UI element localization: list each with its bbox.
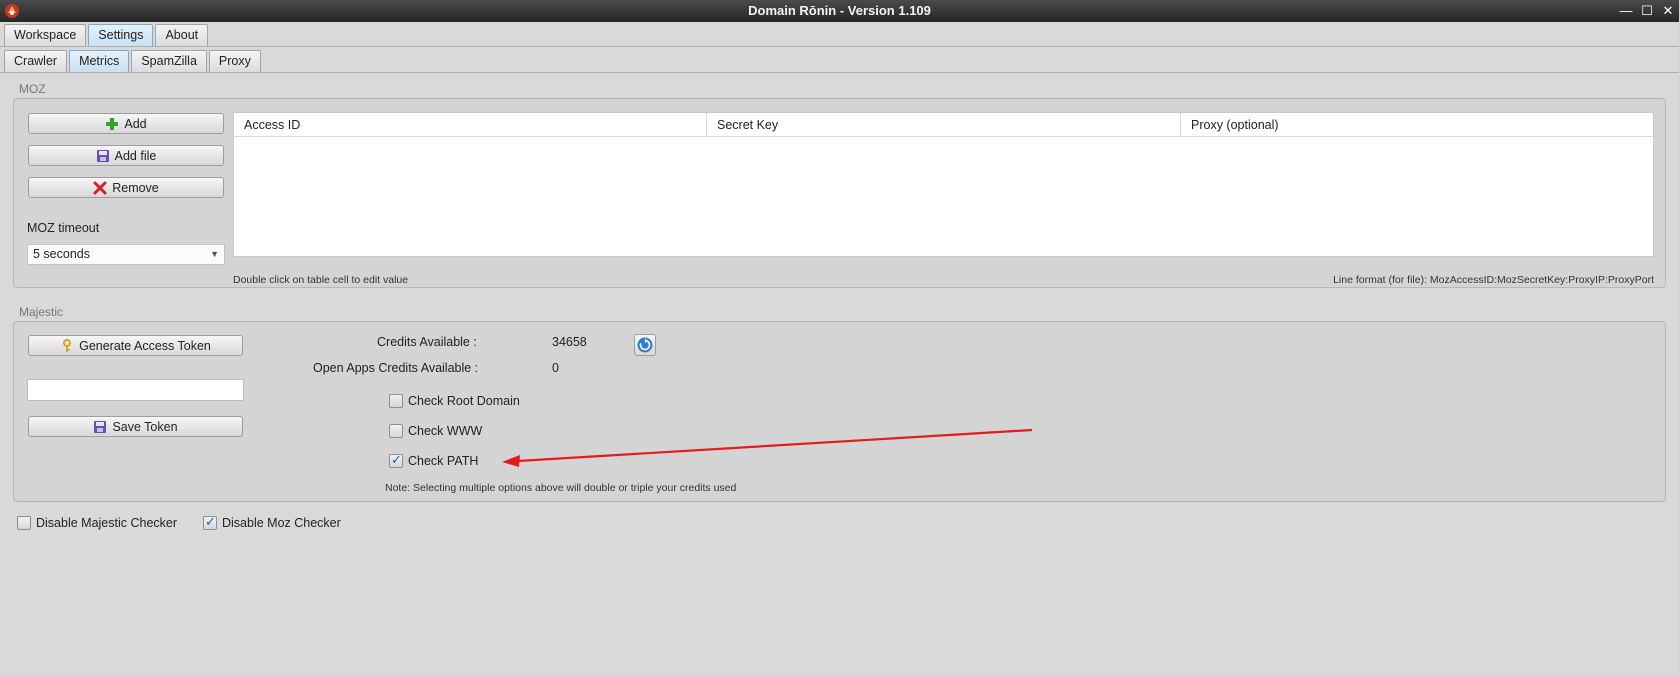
annotation-arrow (502, 428, 1033, 467)
disable-moz-label: Disable Moz Checker (222, 516, 341, 530)
disable-majestic-checkbox[interactable] (17, 516, 31, 530)
disable-moz-checkbox[interactable] (203, 514, 217, 530)
disable-majestic-label: Disable Majestic Checker (36, 516, 178, 530)
